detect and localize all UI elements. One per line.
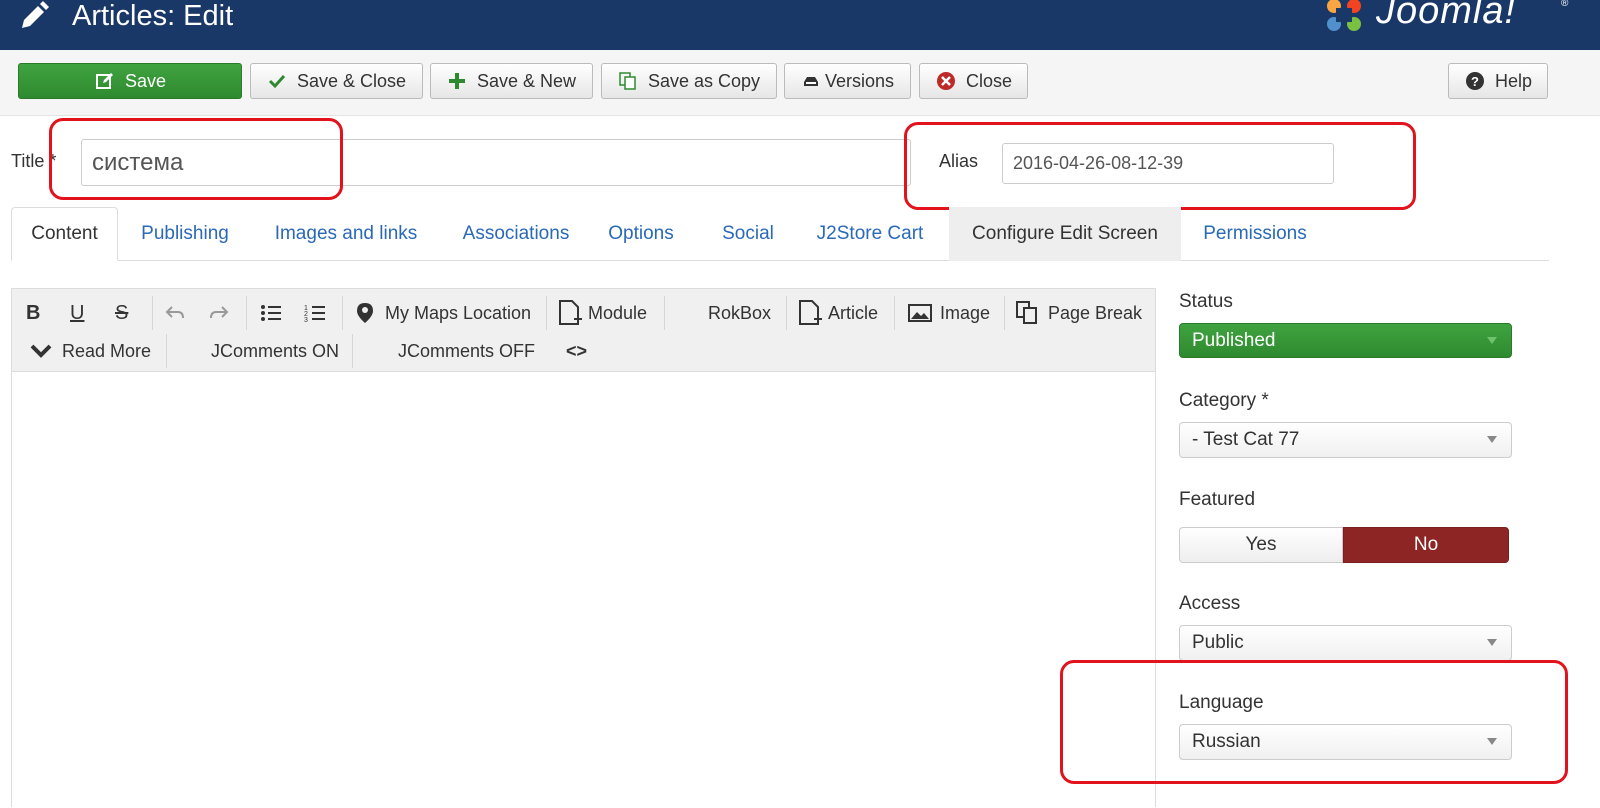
title-highlight (49, 118, 343, 200)
page-title: Articles: Edit (72, 0, 234, 32)
map-pin-icon (357, 303, 373, 323)
save-new-button[interactable]: Save & New (430, 63, 593, 99)
featured-yes-button[interactable]: Yes (1179, 527, 1343, 563)
registered-mark: ® (1561, 0, 1569, 9)
svg-text:?: ? (1471, 74, 1479, 89)
svg-text:3: 3 (304, 317, 308, 323)
editor-body[interactable] (12, 373, 1155, 808)
app-header: Articles: Edit Joomla! ® (0, 0, 1600, 50)
tab-associations[interactable]: Associations (449, 207, 583, 261)
edit-icon (95, 71, 115, 91)
versions-button[interactable]: Versions (784, 63, 911, 99)
archive-icon (801, 71, 821, 91)
undo-icon[interactable] (164, 298, 186, 328)
tab-publishing[interactable]: Publishing (129, 207, 241, 261)
alias-highlight (904, 122, 1416, 210)
access-label: Access (1179, 593, 1241, 614)
content-editor: B U S 123 My Maps Location Module RokBox (11, 288, 1156, 808)
status-select[interactable]: Published (1179, 323, 1512, 358)
close-label: Close (966, 70, 1013, 91)
question-icon: ? (1465, 71, 1485, 91)
rokbox-button[interactable]: RokBox (708, 298, 771, 328)
file-add-icon (799, 300, 822, 325)
tab-bar: Content Publishing Images and links Asso… (11, 207, 1549, 261)
toolbar: Save Save & Close Save & New Save as Cop… (0, 50, 1600, 116)
help-button[interactable]: ? Help (1448, 63, 1548, 99)
joomla-logo-text: Joomla! (1376, 0, 1517, 32)
bullet-list-icon[interactable] (260, 298, 282, 328)
help-label: Help (1495, 70, 1533, 91)
featured-label: Featured (1179, 489, 1256, 510)
copy-icon (618, 71, 638, 91)
tab-j2store-cart[interactable]: J2Store Cart (805, 207, 935, 261)
bold-button[interactable]: B (26, 298, 40, 328)
category-select[interactable]: - Test Cat 77 (1179, 422, 1512, 458)
check-icon (267, 71, 287, 91)
close-circle-icon (936, 71, 956, 91)
image-button[interactable]: Image (908, 298, 990, 328)
pencil-icon (22, 1, 49, 28)
save-close-button[interactable]: Save & Close (250, 63, 423, 99)
category-label: Category * (1179, 390, 1269, 411)
numbered-list-icon[interactable]: 123 (304, 298, 326, 328)
save-button[interactable]: Save (18, 63, 242, 99)
tab-options[interactable]: Options (601, 207, 681, 261)
access-select[interactable]: Public (1179, 625, 1512, 661)
save-copy-label: Save as Copy (648, 70, 761, 91)
editor-toolbar: B U S 123 My Maps Location Module RokBox (12, 289, 1155, 372)
tab-images-links[interactable]: Images and links (261, 207, 431, 261)
tab-permissions[interactable]: Permissions (1183, 207, 1327, 261)
save-new-label: Save & New (477, 70, 577, 91)
jcomments-off-button[interactable]: JComments OFF (398, 336, 535, 366)
picture-icon (908, 304, 932, 322)
code-icon[interactable]: <> (566, 336, 587, 366)
caret-down-icon (1487, 337, 1497, 344)
module-button[interactable]: Module (558, 298, 647, 328)
redo-icon[interactable] (208, 298, 230, 328)
status-label: Status (1179, 291, 1233, 312)
chevron-down-icon (30, 344, 52, 358)
strikethrough-button[interactable]: S (115, 298, 128, 328)
caret-down-icon (1487, 436, 1497, 443)
featured-no-button[interactable]: No (1343, 527, 1509, 563)
jcomments-on-button[interactable]: JComments ON (211, 336, 339, 366)
article-button[interactable]: Article (798, 298, 878, 328)
file-add-icon (559, 300, 582, 325)
save-copy-button[interactable]: Save as Copy (601, 63, 777, 99)
tab-configure-edit-screen[interactable]: Configure Edit Screen (949, 207, 1181, 261)
caret-down-icon (1487, 639, 1497, 646)
plus-icon (447, 71, 467, 91)
read-more-button[interactable]: Read More (30, 336, 151, 366)
close-button[interactable]: Close (919, 63, 1028, 99)
tab-social[interactable]: Social (709, 207, 787, 261)
copy-icon (1016, 301, 1037, 324)
page-break-button[interactable]: Page Break (1016, 298, 1142, 328)
language-highlight (1060, 660, 1568, 784)
my-maps-button[interactable]: My Maps Location (355, 298, 531, 328)
save-label: Save (125, 70, 167, 91)
versions-label: Versions (825, 70, 895, 91)
save-close-label: Save & Close (297, 70, 407, 91)
tab-content[interactable]: Content (11, 207, 118, 261)
joomla-logo-icon (1327, 0, 1361, 31)
underline-button[interactable]: U (70, 298, 84, 328)
